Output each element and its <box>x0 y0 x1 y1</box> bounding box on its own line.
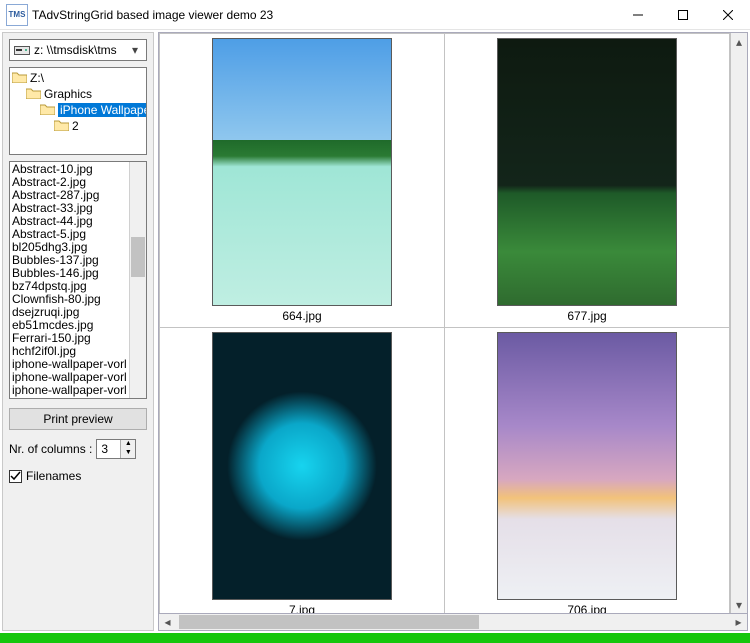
tree-item-label: iPhone Wallpapers <box>58 103 147 117</box>
left-panel: z: \\tmsdisk\tms ▾ Z:\Graphics iPhone Wal… <box>2 32 154 631</box>
file-list[interactable]: Abstract-10.jpgAbstract-2.jpgAbstract-28… <box>9 161 147 399</box>
columns-label: Nr. of columns : <box>9 442 92 456</box>
thumbnail-image <box>497 38 677 306</box>
minimize-button[interactable] <box>615 0 660 29</box>
file-item[interactable]: dsejzruqi.jpg <box>12 306 127 319</box>
file-item[interactable]: Ferrari-150.jpg <box>12 332 127 345</box>
folder-icon <box>12 71 27 86</box>
drive-value: z: \\tmsdisk\tms <box>34 43 124 57</box>
status-bar <box>0 633 750 643</box>
file-item[interactable]: Bubbles-137.jpg <box>12 254 127 267</box>
folder-icon <box>54 119 69 134</box>
spinner-down-icon[interactable]: ▼ <box>120 449 135 458</box>
window-title: TAdvStringGrid based image viewer demo 2… <box>32 8 273 22</box>
scroll-up-icon[interactable]: ▴ <box>731 33 747 50</box>
close-button[interactable] <box>705 0 750 29</box>
file-item[interactable]: bz74dpstq.jpg <box>12 280 127 293</box>
file-item[interactable]: Abstract-44.jpg <box>12 215 127 228</box>
grid-horizontal-scrollbar[interactable]: ◂ ▸ <box>158 614 748 631</box>
grid-cell[interactable]: 706.jpg <box>445 328 730 614</box>
folder-icon <box>26 87 41 102</box>
right-panel: 664.jpg 677.jpg 7.jpg <box>158 32 748 631</box>
scroll-down-icon[interactable]: ▾ <box>731 596 747 613</box>
thumbnail-image <box>212 38 392 306</box>
file-item[interactable]: iphone-wallpaper-vorlage <box>12 371 127 384</box>
tree-item-label: Graphics <box>44 87 92 101</box>
thumbnail-caption: 7.jpg <box>162 603 442 613</box>
tree-item[interactable]: Z:\ <box>12 70 144 86</box>
thumbnail-caption: 677.jpg <box>447 309 727 325</box>
thumbnail-caption: 664.jpg <box>162 309 442 325</box>
print-preview-button[interactable]: Print preview <box>9 408 147 430</box>
tree-item[interactable]: iPhone Wallpapers <box>12 102 144 118</box>
file-item[interactable]: Abstract-5.jpg <box>12 228 127 241</box>
filenames-label: Filenames <box>26 469 81 483</box>
folder-icon <box>40 103 55 118</box>
spinner-up-icon[interactable]: ▲ <box>120 440 135 449</box>
maximize-button[interactable] <box>660 0 705 29</box>
file-item[interactable]: hchf2if0l.jpg <box>12 345 127 358</box>
print-preview-label: Print preview <box>43 412 112 426</box>
drive-combo[interactable]: z: \\tmsdisk\tms ▾ <box>9 39 147 61</box>
file-item[interactable]: Abstract-33.jpg <box>12 202 127 215</box>
file-item[interactable]: iphone-wallpaper-vorlage <box>12 384 127 397</box>
thumbnail-image <box>497 332 677 600</box>
tree-item-label: 2 <box>72 119 79 133</box>
file-list-scrollbar[interactable] <box>129 162 146 398</box>
folder-tree[interactable]: Z:\Graphics iPhone Wallpapers 2 <box>9 67 147 155</box>
title-bar: TMS TAdvStringGrid based image viewer de… <box>0 0 750 30</box>
file-item[interactable]: iphone-wallpaper-vorlage <box>12 358 127 371</box>
file-item[interactable]: bl205dhg3.jpg <box>12 241 127 254</box>
tree-item[interactable]: 2 <box>12 118 144 134</box>
scroll-left-icon[interactable]: ◂ <box>159 614 176 630</box>
chevron-down-icon: ▾ <box>128 43 142 57</box>
file-item[interactable]: Bubbles-146.jpg <box>12 267 127 280</box>
thumbnail-caption: 706.jpg <box>447 603 727 613</box>
file-item[interactable]: Abstract-287.jpg <box>12 189 127 202</box>
scroll-right-icon[interactable]: ▸ <box>730 614 747 630</box>
tree-item[interactable]: Graphics <box>12 86 144 102</box>
app-icon: TMS <box>6 4 28 26</box>
file-item[interactable]: Abstract-10.jpg <box>12 163 127 176</box>
file-item[interactable]: Clownfish-80.jpg <box>12 293 127 306</box>
file-item[interactable]: eb51mcdes.jpg <box>12 319 127 332</box>
grid-cell[interactable]: 7.jpg <box>160 328 445 614</box>
columns-value: 3 <box>97 442 120 456</box>
columns-spinner[interactable]: 3 ▲ ▼ <box>96 439 136 459</box>
grid-cell[interactable]: 677.jpg <box>445 34 730 328</box>
file-item[interactable]: Abstract-2.jpg <box>12 176 127 189</box>
grid-vertical-scrollbar[interactable]: ▴ ▾ <box>730 33 747 613</box>
drive-icon <box>14 44 30 56</box>
grid-cell[interactable]: 664.jpg <box>160 34 445 328</box>
filenames-checkbox[interactable] <box>9 470 22 483</box>
tree-item-label: Z:\ <box>30 71 44 85</box>
thumbnail-image <box>212 332 392 600</box>
image-grid[interactable]: 664.jpg 677.jpg 7.jpg <box>159 33 730 613</box>
